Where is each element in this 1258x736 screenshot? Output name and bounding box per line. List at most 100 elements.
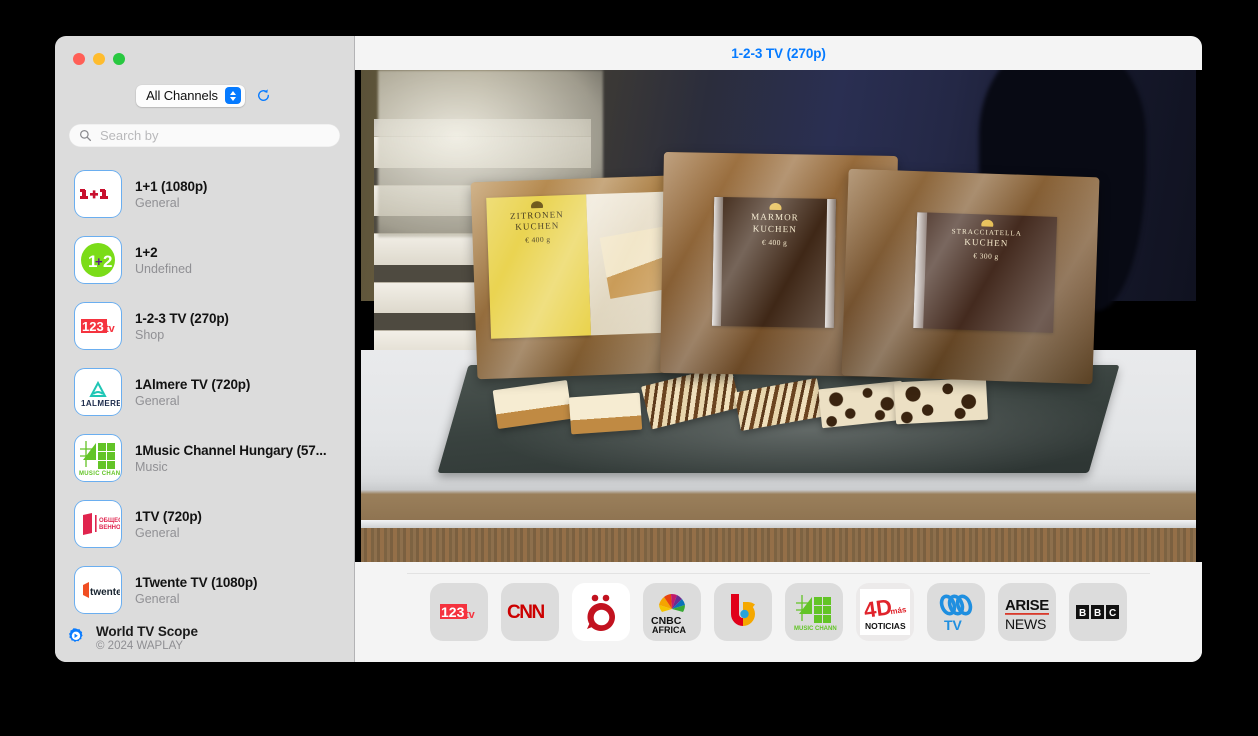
channel-text: 1+1 (1080p) General <box>135 179 207 210</box>
svg-text:MUSIC CHANNEL: MUSIC CHANNEL <box>794 626 837 632</box>
svg-text:2: 2 <box>103 252 112 271</box>
channel-list-item[interactable]: 1+1 (1080p) General <box>55 161 354 227</box>
main-panel: 1-2-3 TV (270p) 123 tv CNN CNBC AFRICA M… <box>355 36 1202 662</box>
channel-list[interactable]: 1+1 (1080p) General 1 + 2 1+2 Undefined … <box>55 161 354 614</box>
channel-name: 1TV (720p) <box>135 508 202 524</box>
search-icon <box>80 129 92 141</box>
favorite-abc-tv[interactable]: TV <box>927 583 985 641</box>
refresh-button[interactable] <box>255 87 273 105</box>
chevron-updown-icon <box>224 87 241 105</box>
search-input[interactable] <box>100 127 330 143</box>
channel-list-item[interactable]: twente 1Twente TV (1080p) General <box>55 557 354 614</box>
1almere-logo: 1ALMERE <box>74 368 122 417</box>
favorite-cnn[interactable]: CNN <box>501 583 559 641</box>
filter-row: All Channels <box>55 84 354 108</box>
channel-name: 1Almere TV (720p) <box>135 376 251 392</box>
sidebar-footer: World TV Scope © 2024 WAPLAY <box>55 614 354 662</box>
channel-name: 1Twente TV (1080p) <box>135 574 258 590</box>
favorite-bbc[interactable]: B B C <box>1069 583 1127 641</box>
cnn-logo: CNN <box>507 602 546 623</box>
svg-text:MUSIC CHANNEL: MUSIC CHANNEL <box>79 471 120 477</box>
video-scene: ZITRONEN KUCHEN € 400 g MARMOR <box>361 70 1196 562</box>
btv-logo <box>731 594 755 626</box>
svg-text:1ALMERE: 1ALMERE <box>81 399 120 408</box>
player-title-bar: 1-2-3 TV (270p) <box>355 36 1202 70</box>
favorite-btv[interactable] <box>714 583 772 641</box>
abc-tv-logo: TV <box>939 594 973 633</box>
close-button[interactable] <box>73 53 85 65</box>
channel-list-item[interactable]: MUSIC CHANNEL 1Music Channel Hungary (57… <box>55 425 354 491</box>
svg-text:ARISE: ARISE <box>1005 597 1049 614</box>
favorite-cnbc-africa[interactable]: CNBC AFRICA <box>643 583 701 641</box>
app-info: World TV Scope © 2024 WAPLAY <box>96 624 198 652</box>
app-copyright: © 2024 WAPLAY <box>96 640 184 652</box>
channel-list-item[interactable]: 123 tv 1-2-3 TV (270p) Shop <box>55 293 354 359</box>
svg-text:C: C <box>1109 608 1116 619</box>
svg-text:123: 123 <box>441 604 465 620</box>
svg-text:twente: twente <box>90 587 120 598</box>
svg-text:ВЕННО: ВЕННО <box>99 525 120 531</box>
1music-logo: MUSIC CHANNEL <box>794 595 837 632</box>
1plus1-logo <box>74 170 122 219</box>
favorite-arise-news[interactable]: ARISE NEWS <box>998 583 1056 641</box>
channel-list-item[interactable]: 1 + 2 1+2 Undefined <box>55 227 354 293</box>
channel-list-item[interactable]: 1ALMERE 1Almere TV (720p) General <box>55 359 354 425</box>
channel-genre: General <box>135 591 180 606</box>
sidebar: All Channels Search by 1+1 (1080p) Gener… <box>55 36 355 662</box>
scene-cake-slice <box>894 377 989 425</box>
svg-text:+: + <box>95 254 103 269</box>
channel-text: 1Almere TV (720p) General <box>135 377 250 408</box>
app-window: All Channels Search by 1+1 (1080p) Gener… <box>55 36 1202 662</box>
scene-package-stracciatella: STRACCIATELLA KUCHEN € 300 g <box>841 169 1100 385</box>
svg-text:B: B <box>1079 608 1086 619</box>
favorites-bar: 123 tv CNN CNBC AFRICA MUSIC CHANN 4D má… <box>355 562 1202 662</box>
1tv-logo: ОБЩЕСТ ВЕННО <box>74 500 122 549</box>
video-frame: ZITRONEN KUCHEN € 400 g MARMOR <box>361 70 1196 562</box>
bbc-logo: B B C <box>1076 605 1119 619</box>
favorite-123tv[interactable]: 123 tv <box>430 583 488 641</box>
arise-news-logo: ARISE NEWS <box>1005 597 1050 632</box>
traffic-lights <box>73 53 125 65</box>
scene-cake-slice <box>568 392 642 435</box>
channel-text: 1Twente TV (1080p) General <box>135 575 257 606</box>
channel-text: 1+2 Undefined <box>135 245 192 276</box>
app-gear-play-icon <box>69 628 83 642</box>
favorite-1music[interactable]: MUSIC CHANNEL <box>785 583 843 641</box>
1twente-logo: twente <box>74 566 122 614</box>
svg-text:AFRICA: AFRICA <box>652 625 686 635</box>
channel-name: 1+2 <box>135 244 158 260</box>
svg-text:4D: 4D <box>862 594 893 623</box>
channel-name: 1-2-3 TV (270p) <box>135 310 229 326</box>
4d-noticias-logo: 4D más NOTICIAS <box>860 589 910 635</box>
channel-text: 1-2-3 TV (270p) Shop <box>135 311 229 342</box>
channel-genre: General <box>135 525 180 540</box>
favorite-kanal-o[interactable] <box>572 583 630 641</box>
svg-text:B: B <box>1094 608 1101 619</box>
svg-text:123: 123 <box>82 319 104 334</box>
channel-genre: Undefined <box>135 261 192 276</box>
svg-text:tv: tv <box>105 323 116 335</box>
channel-text: 1Music Channel Hungary (57... Music <box>135 443 326 474</box>
123tv-logo: 123 tv <box>440 604 476 621</box>
svg-text:ОБЩЕСТ: ОБЩЕСТ <box>99 518 120 524</box>
channel-name: 1Music Channel Hungary (57... <box>135 442 327 458</box>
svg-text:tv: tv <box>465 609 476 621</box>
svg-text:NOTICIAS: NOTICIAS <box>865 621 906 631</box>
page-title: 1-2-3 TV (270p) <box>731 45 826 61</box>
channel-genre: General <box>135 393 180 408</box>
channel-filter-label: All Channels <box>146 88 218 104</box>
channel-text: 1TV (720p) General <box>135 509 202 540</box>
1music-logo: MUSIC CHANNEL <box>74 434 122 483</box>
cnbc-africa-logo: CNBC AFRICA <box>651 593 686 635</box>
channel-filter-dropdown[interactable]: All Channels <box>136 84 245 107</box>
favorite-4d-noticias[interactable]: 4D más NOTICIAS <box>856 583 914 641</box>
channel-genre: General <box>135 195 180 210</box>
channel-name: 1+1 (1080p) <box>135 178 208 194</box>
search-bar[interactable] <box>69 123 340 148</box>
video-player[interactable]: ZITRONEN KUCHEN € 400 g MARMOR <box>355 70 1202 562</box>
zoom-button[interactable] <box>113 53 125 65</box>
channel-list-item[interactable]: ОБЩЕСТ ВЕННО 1TV (720p) General <box>55 491 354 557</box>
svg-text:CNN: CNN <box>507 602 544 623</box>
kanal-o-logo <box>587 594 615 631</box>
minimize-button[interactable] <box>93 53 105 65</box>
